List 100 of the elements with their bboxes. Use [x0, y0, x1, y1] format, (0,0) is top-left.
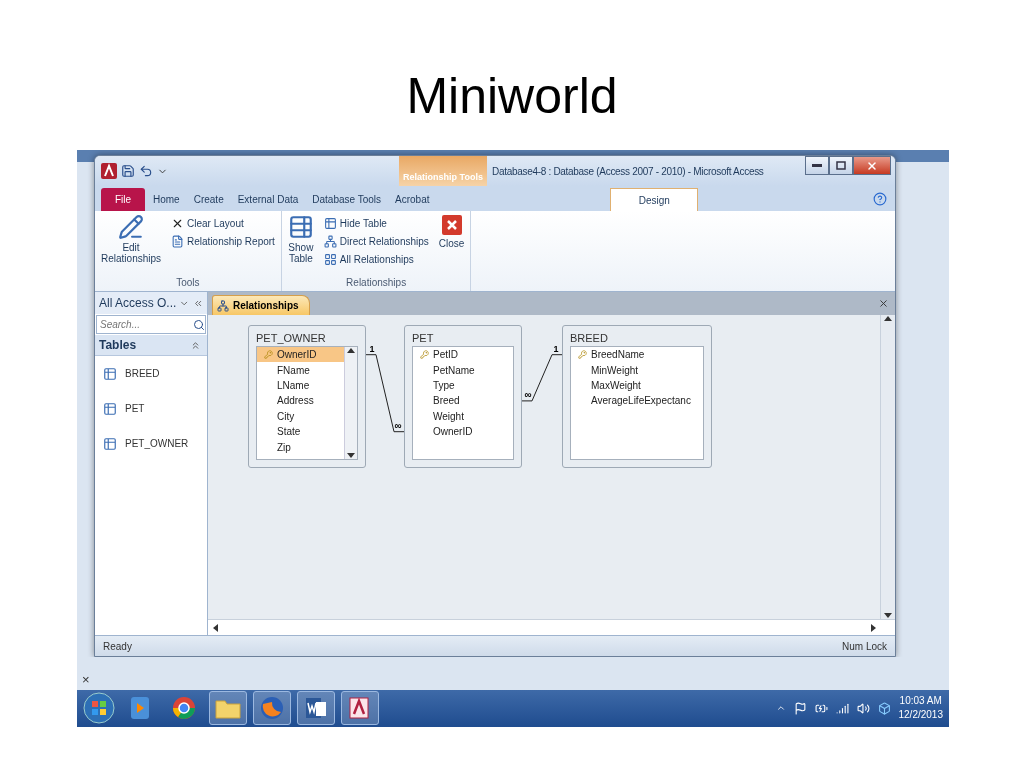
collapse-icon[interactable]: [190, 339, 201, 351]
ribbon-button[interactable]: Relationship Report: [169, 234, 277, 249]
flag-icon[interactable]: [793, 701, 807, 715]
scrollbar[interactable]: [880, 315, 895, 619]
field-name: City: [277, 410, 295, 422]
nav-item[interactable]: PET: [95, 391, 207, 426]
ribbon-tab[interactable]: Create: [187, 188, 230, 211]
table-icon: [103, 436, 117, 451]
taskbar-app[interactable]: [341, 691, 379, 726]
help-icon[interactable]: [873, 192, 887, 206]
start-button-icon[interactable]: [83, 692, 115, 725]
field-name: LName: [277, 379, 310, 391]
nav-item[interactable]: PET_OWNER: [95, 426, 207, 461]
field-row[interactable]: MinWeight: [571, 362, 703, 378]
clock[interactable]: 10:03 AM 12/2/2013: [898, 694, 943, 723]
signal-icon[interactable]: [835, 701, 849, 715]
cardinality-label: 1: [369, 343, 375, 354]
down-arrow-icon[interactable]: [347, 453, 355, 459]
network-icon: [323, 235, 337, 248]
save-icon[interactable]: [121, 164, 135, 178]
field-name: OwnerID: [433, 426, 473, 438]
field-row[interactable]: Breed: [413, 393, 513, 409]
up-arrow-icon[interactable]: [884, 315, 892, 321]
field-row[interactable]: BreedName: [571, 347, 703, 363]
field-name: MinWeight: [591, 364, 639, 376]
field-row[interactable]: Type: [413, 377, 513, 394]
field-row[interactable]: Zip: [257, 439, 344, 455]
slide-title: Miniworld: [406, 67, 618, 126]
speaker-icon[interactable]: [856, 701, 870, 715]
maximize-icon: [836, 161, 846, 170]
field-row[interactable]: PetID: [413, 347, 513, 363]
ribbon-button[interactable]: Hide Table: [321, 216, 431, 231]
down-arrow-icon[interactable]: [884, 613, 892, 619]
ribbon-button[interactable]: Show Table: [285, 214, 316, 264]
section-title: Tables: [99, 338, 137, 352]
field-name: PetID: [433, 349, 458, 361]
search-field[interactable]: Search...: [96, 315, 206, 334]
field-name: Zip: [277, 441, 291, 453]
document-tab[interactable]: Relationships: [212, 295, 310, 315]
table-name: PET: [412, 331, 435, 346]
close-icon[interactable]: [878, 298, 889, 309]
field-name: Type: [433, 379, 455, 391]
field-row[interactable]: AverageLifeExpectanc: [571, 393, 703, 409]
table-card[interactable]: PET_OWNER OwnerID FName LName Address City State Zip: [248, 325, 366, 468]
cardinality-label: ∞: [394, 419, 402, 431]
group-label: Relationships: [345, 277, 408, 290]
close-button[interactable]: [853, 156, 891, 175]
ribbon-tab[interactable]: External Data: [231, 188, 305, 211]
relationship-line: [521, 354, 563, 402]
app-icon: [101, 163, 117, 179]
ribbon-button[interactable]: All Relationships: [321, 252, 431, 267]
field-row[interactable]: FName: [257, 362, 344, 378]
close-button[interactable]: ×: [82, 671, 90, 687]
field-name: FName: [277, 364, 310, 376]
field-row[interactable]: OwnerID: [413, 423, 513, 440]
window-title: Database4-8 : Database (Access 2007 - 2010) - Microsoft Access: [492, 165, 765, 177]
ribbon-tab[interactable]: File: [101, 188, 145, 211]
browser-icon: [172, 696, 196, 721]
nav-item[interactable]: BREED: [95, 356, 207, 391]
field-row[interactable]: State: [257, 423, 344, 440]
ribbon-tab[interactable]: Acrobat: [389, 188, 436, 211]
table-card[interactable]: BREED BreedName MinWeight MaxWeight AverageLifeExpectanc: [562, 325, 712, 468]
document-icon: [171, 235, 185, 248]
grid-icon: [323, 253, 337, 266]
field-row[interactable]: MaxWeight: [571, 377, 703, 394]
minimize-button[interactable]: [805, 156, 829, 175]
table-icon: [103, 366, 117, 381]
folder-icon: [215, 697, 241, 720]
ribbon-button[interactable]: Direct Relationships: [321, 234, 431, 249]
ribbon-tab[interactable]: Home: [147, 188, 186, 211]
taskbar-app[interactable]: [253, 691, 291, 726]
field-row[interactable]: Address: [257, 393, 344, 409]
group-label: Tools: [175, 277, 201, 290]
left-arrow-icon[interactable]: [212, 623, 218, 632]
taskbar-app[interactable]: [297, 691, 335, 726]
field-name: OwnerID: [277, 349, 317, 361]
scrollbar[interactable]: [208, 619, 895, 635]
table-card[interactable]: PET PetID PetName Type Breed Weight OwnerID: [404, 325, 522, 468]
box-icon[interactable]: [877, 701, 891, 715]
status-text: Ready: [103, 640, 132, 652]
field-row[interactable]: LName: [257, 377, 344, 394]
maximize-button[interactable]: [829, 156, 853, 175]
field-row[interactable]: City: [257, 408, 344, 424]
field-row[interactable]: OwnerID: [257, 347, 344, 363]
field-name: PetName: [433, 364, 475, 376]
ribbon-button[interactable]: Edit Relationships: [99, 214, 164, 264]
ribbon-tab[interactable]: Database Tools: [306, 188, 388, 211]
undo-icon[interactable]: [139, 164, 153, 178]
ribbon-button[interactable]: Close: [436, 214, 467, 249]
right-arrow-icon[interactable]: [871, 623, 877, 632]
up-arrow-icon[interactable]: [347, 347, 355, 353]
field-name: BreedName: [591, 349, 645, 361]
ribbon-tab[interactable]: Design: [610, 188, 699, 211]
taskbar-app[interactable]: [209, 691, 247, 726]
ribbon-button[interactable]: Clear Layout: [169, 216, 277, 231]
field-row[interactable]: PetName: [413, 362, 513, 378]
scrollbar[interactable]: [344, 347, 357, 459]
close-icon: [440, 214, 463, 236]
field-row[interactable]: Weight: [413, 408, 513, 424]
search-icon[interactable]: [193, 318, 205, 331]
